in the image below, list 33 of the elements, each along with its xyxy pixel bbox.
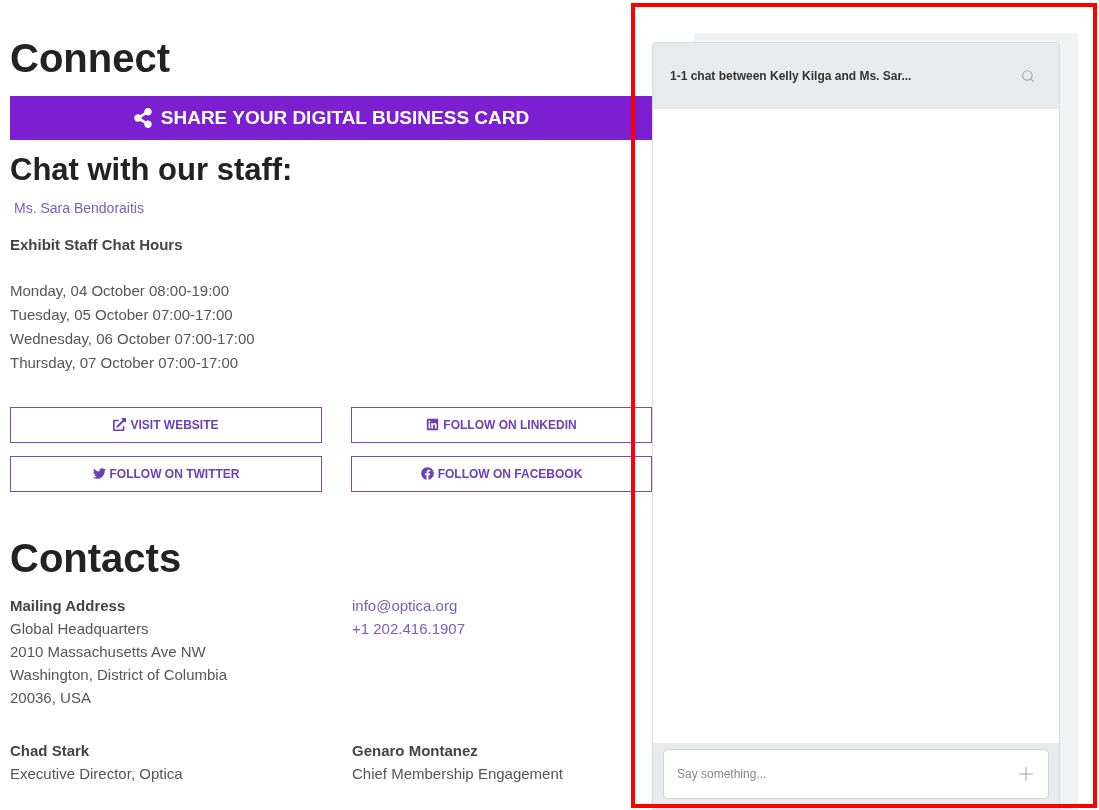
search-icon[interactable] <box>1021 69 1035 83</box>
address-title: Mailing Address <box>10 595 127 616</box>
link-button[interactable]: FOLLOW ON FACEBOOK <box>351 455 652 492</box>
linkedin-icon <box>426 418 440 431</box>
contact-role: Chief Membership Engagement <box>352 763 564 784</box>
chat-title: 1-1 chat between Kelly Kilga and Ms. Sar... <box>670 68 912 85</box>
link-button[interactable]: FOLLOW ON TWITTER <box>10 455 322 492</box>
link-button[interactable]: FOLLOW ON LINKEDIN <box>351 406 652 443</box>
external-link-icon <box>113 418 127 431</box>
share-icon <box>132 108 153 128</box>
email-link[interactable]: info@optica.org <box>352 593 652 617</box>
address-line: 2010 Massachusetts Ave NW <box>10 641 207 662</box>
section-title: Chat with our staff: <box>10 151 294 189</box>
section-title: Connect <box>10 36 171 80</box>
address-line: Global Headquarters <box>10 618 150 639</box>
hours-title: Exhibit Staff Chat Hours <box>10 235 184 255</box>
hours-line: Monday, 04 October 08:00-19:00 <box>10 280 231 301</box>
facebook-icon <box>420 467 434 480</box>
hours-line: Tuesday, 05 October 07:00-17:00 <box>10 304 234 325</box>
message-field[interactable]: Say something... <box>663 749 1049 799</box>
link-button[interactable]: VISIT WEBSITE <box>10 406 322 443</box>
contact-name: Genaro Montanez <box>352 740 479 761</box>
contact-name: Chad Stark <box>10 740 91 761</box>
address-line: Washington, District of Columbia <box>10 664 229 685</box>
section-title: Contacts <box>10 535 183 580</box>
hours-line: Wednesday, 06 October 07:00-17:00 <box>10 328 256 349</box>
contact-role: Executive Director, Optica <box>10 763 184 784</box>
address-line: 20036, USA <box>10 687 92 708</box>
staff-link[interactable]: Ms. Sara Bendoraitis <box>14 198 144 219</box>
share-button[interactable]: SHARE YOUR DIGITAL BUSINESS CARD <box>10 96 652 140</box>
bird-icon <box>92 467 106 480</box>
hours-line: Thursday, 07 October 07:00-17:00 <box>10 352 240 373</box>
phone-link[interactable]: +1 202.416.1907 <box>352 616 652 640</box>
